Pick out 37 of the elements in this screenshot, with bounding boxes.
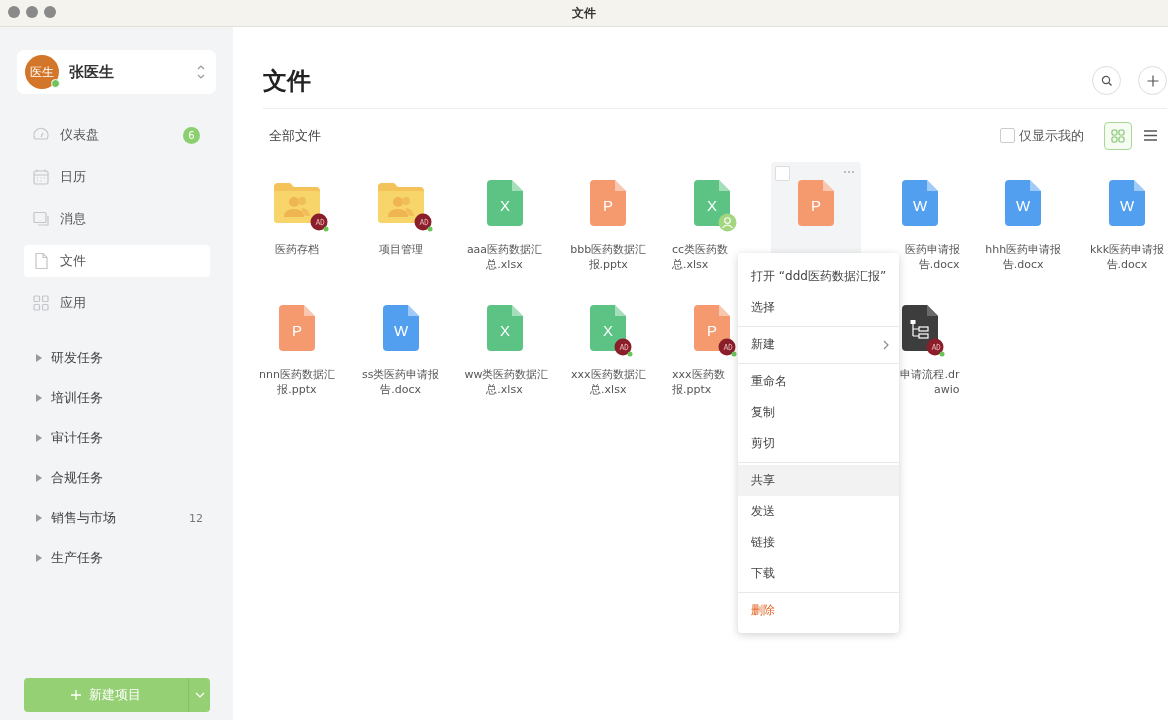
file-name: aaa医药数据汇 总.xlsx	[465, 242, 544, 272]
file-name: xxx医药数据汇 总.xlsx	[570, 367, 647, 397]
file-name: kkk医药申请报 告.docx	[1088, 242, 1166, 272]
page-title: 文件	[263, 65, 311, 97]
file-name: cc类医药数 总.xlsx	[672, 242, 730, 272]
window-title: 文件	[572, 4, 596, 22]
presentation-file-icon: P	[590, 180, 627, 226]
file-name: 医药申请报 告.docx	[903, 242, 960, 272]
spreadsheet-file-icon: X	[590, 305, 627, 351]
group-label: 销售与市场	[51, 509, 116, 527]
presentation-file-icon: P	[694, 305, 730, 351]
item-count: 12	[189, 511, 203, 525]
document-file-icon: W	[901, 180, 938, 226]
file-name: 项目管理	[377, 242, 424, 257]
presentation-file-icon: P	[797, 180, 834, 226]
file-name: hhh医药申请报 告.docx	[984, 242, 1063, 272]
group-label: 审计任务	[51, 429, 103, 447]
file-name: bbb医药数据汇 报.pptx	[569, 242, 648, 272]
spreadsheet-file-icon: X	[486, 305, 523, 351]
spreadsheet-file-icon: X	[486, 180, 523, 226]
file-name: 申请流程.dr awio	[899, 367, 960, 397]
user-name: 张医生	[69, 62, 115, 82]
group-label: 培训任务	[51, 389, 103, 407]
group-label: 研发任务	[51, 349, 103, 367]
count-badge: 6	[183, 126, 200, 144]
document-file-icon: W	[382, 305, 419, 351]
document-file-icon: W	[1109, 180, 1145, 226]
document-file-icon: W	[1005, 180, 1042, 226]
file-name: xxx医药数 报.pptx	[672, 367, 726, 397]
group-label: 合规任务	[51, 469, 103, 487]
group-label: 生产任务	[51, 549, 103, 567]
file-name: nnn医药数据汇 报.pptx	[258, 367, 336, 397]
spreadsheet-file-icon: X	[694, 180, 730, 226]
user-avatar: 医生	[25, 55, 59, 89]
file-name: ss类医药申请报 告.docx	[361, 367, 441, 397]
presentation-file-icon: P	[279, 305, 315, 351]
file-name: 医药存档	[274, 242, 320, 257]
